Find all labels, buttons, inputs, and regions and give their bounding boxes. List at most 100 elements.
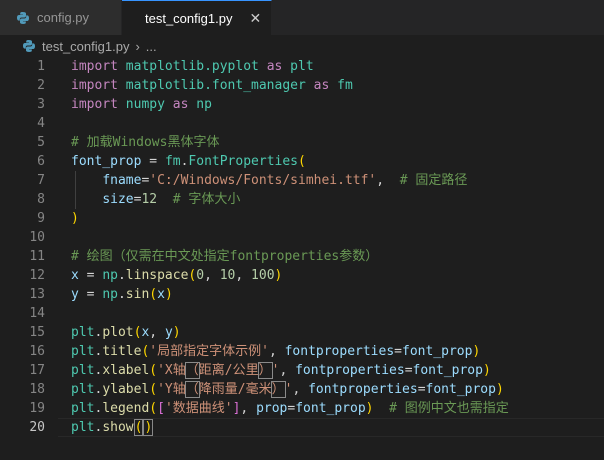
breadcrumb-file[interactable]: test_config1.py	[42, 39, 129, 54]
code-token: )	[274, 268, 283, 283]
code-text: # 加载Windows黑体字体	[71, 133, 219, 152]
code-token: title	[102, 344, 142, 359]
code-token: )	[71, 211, 79, 226]
code-token: as	[172, 97, 189, 112]
line-number: 19	[29, 401, 45, 416]
code-token: show	[102, 420, 134, 435]
code-token: plot	[102, 325, 134, 340]
code-token: （	[184, 381, 200, 398]
code-line[interactable]: 7 fname='C:/Windows/Fonts/simhei.ttf', #…	[0, 171, 604, 190]
code-token: size	[102, 192, 134, 207]
breadcrumb-more[interactable]: ...	[146, 39, 157, 54]
line-number: 7	[37, 173, 45, 188]
code-token: fontproperties	[284, 344, 395, 359]
code-token: =	[417, 382, 426, 397]
code-line[interactable]: 15 plt.plot(x, y)	[0, 323, 604, 342]
code-text: plt.title('局部指定字体示例', fontproperties=fon…	[71, 342, 480, 361]
code-token: plt	[71, 420, 95, 435]
code-token: (	[133, 419, 144, 436]
code-text: plt.legend(['数据曲线'], prop=font_prop) # 图…	[71, 399, 509, 418]
code-line[interactable]: 19 plt.legend(['数据曲线'], prop=font_prop) #…	[0, 399, 604, 418]
code-line[interactable]: 14	[0, 304, 604, 323]
code-token: fm	[164, 154, 181, 169]
code-token: # 加载Windows黑体字体	[71, 135, 220, 150]
line-number: 1	[37, 59, 45, 74]
code-text: )	[71, 209, 79, 228]
line-number: 3	[37, 97, 45, 112]
code-line[interactable]: 12 x = np.linspace(0, 10, 100)	[0, 266, 604, 285]
code-token: ,	[149, 325, 165, 340]
code-token: .	[117, 268, 126, 283]
code-token: )	[365, 401, 374, 416]
code-token: =	[78, 287, 103, 302]
tab-config-py[interactable]: config.py	[0, 0, 122, 35]
code-line[interactable]: 4	[0, 114, 604, 133]
code-text: plt.show()	[71, 418, 154, 437]
code-line[interactable]: 18 plt.ylabel('Y轴（降雨量/毫米）', fontpropertie…	[0, 380, 604, 399]
line-number: 11	[29, 249, 45, 264]
code-text: # 绘图（仅需在中文处指定fontproperties参数）	[71, 247, 378, 266]
code-text: plt.ylabel('Y轴（降雨量/毫米）', fontproperties=…	[71, 380, 504, 399]
code-token: np	[196, 97, 212, 112]
tab-test-config1-py[interactable]: test_config1.py ✕	[122, 0, 272, 35]
code-token: (	[149, 401, 158, 416]
code-token: np	[102, 268, 118, 283]
line-number: 12	[29, 268, 45, 283]
code-line[interactable]: 13 y = np.sin(x)	[0, 285, 604, 304]
code-line[interactable]: 16 plt.title('局部指定字体示例', fontproperties=f…	[0, 342, 604, 361]
code-line[interactable]: 20 plt.show()	[0, 418, 604, 437]
code-token: legend	[102, 401, 150, 416]
code-token: fname	[102, 173, 142, 188]
code-token: plt	[71, 382, 95, 397]
code-token: 0	[196, 268, 205, 283]
code-token: fm	[337, 78, 353, 93]
code-editor[interactable]: 1 import matplotlib.pyplot as plt 2 import …	[0, 57, 604, 460]
code-token: 'Y轴	[157, 382, 186, 397]
code-line[interactable]: 1 import matplotlib.pyplot as plt	[0, 57, 604, 76]
code-line[interactable]: 6 font_prop = fm.FontProperties(	[0, 152, 604, 171]
code-line[interactable]: 17 plt.xlabel('X轴（距离/公里）', fontproperties…	[0, 361, 604, 380]
code-line[interactable]: 3 import numpy as np	[0, 95, 604, 114]
code-token: import	[71, 78, 118, 93]
code-token: font_prop	[71, 154, 142, 169]
code-line[interactable]: 8 size=12 # 字体大小	[0, 190, 604, 209]
code-token: ）	[270, 381, 286, 398]
code-token: plt	[71, 344, 95, 359]
code-token: )	[172, 325, 181, 340]
code-line[interactable]: 2 import matplotlib.font_manager as fm	[0, 76, 604, 95]
code-token: （	[184, 362, 200, 379]
code-token: font_prop	[425, 382, 496, 397]
code-token: x	[157, 287, 165, 302]
code-token: (	[149, 382, 158, 397]
code-text: import numpy as np	[71, 95, 212, 114]
code-line[interactable]: 11 # 绘图（仅需在中文处指定fontproperties参数）	[0, 247, 604, 266]
code-token: fontproperties	[308, 382, 418, 397]
line-number: 6	[37, 154, 45, 169]
code-token: )	[164, 287, 173, 302]
code-token: linspace	[125, 268, 189, 283]
code-line[interactable]: 5 # 加载Windows黑体字体	[0, 133, 604, 152]
line-number: 5	[37, 135, 45, 150]
code-token: 距离/公里	[198, 363, 259, 378]
line-number: 2	[37, 78, 45, 93]
line-number: 9	[37, 211, 45, 226]
code-token: font_prop	[295, 401, 366, 416]
code-token: =	[404, 363, 413, 378]
code-token: FontProperties	[188, 154, 298, 169]
close-icon[interactable]: ✕	[249, 10, 261, 27]
code-token: ylabel	[102, 382, 150, 397]
code-line[interactable]: 9)	[0, 209, 604, 228]
line-number: 4	[37, 116, 45, 131]
code-token: [	[157, 401, 165, 416]
line-number: 18	[29, 382, 45, 397]
code-token: 'X轴	[157, 363, 186, 378]
code-token: xlabel	[102, 363, 150, 378]
code-line[interactable]: 10	[0, 228, 604, 247]
code-token: 12	[141, 192, 158, 207]
